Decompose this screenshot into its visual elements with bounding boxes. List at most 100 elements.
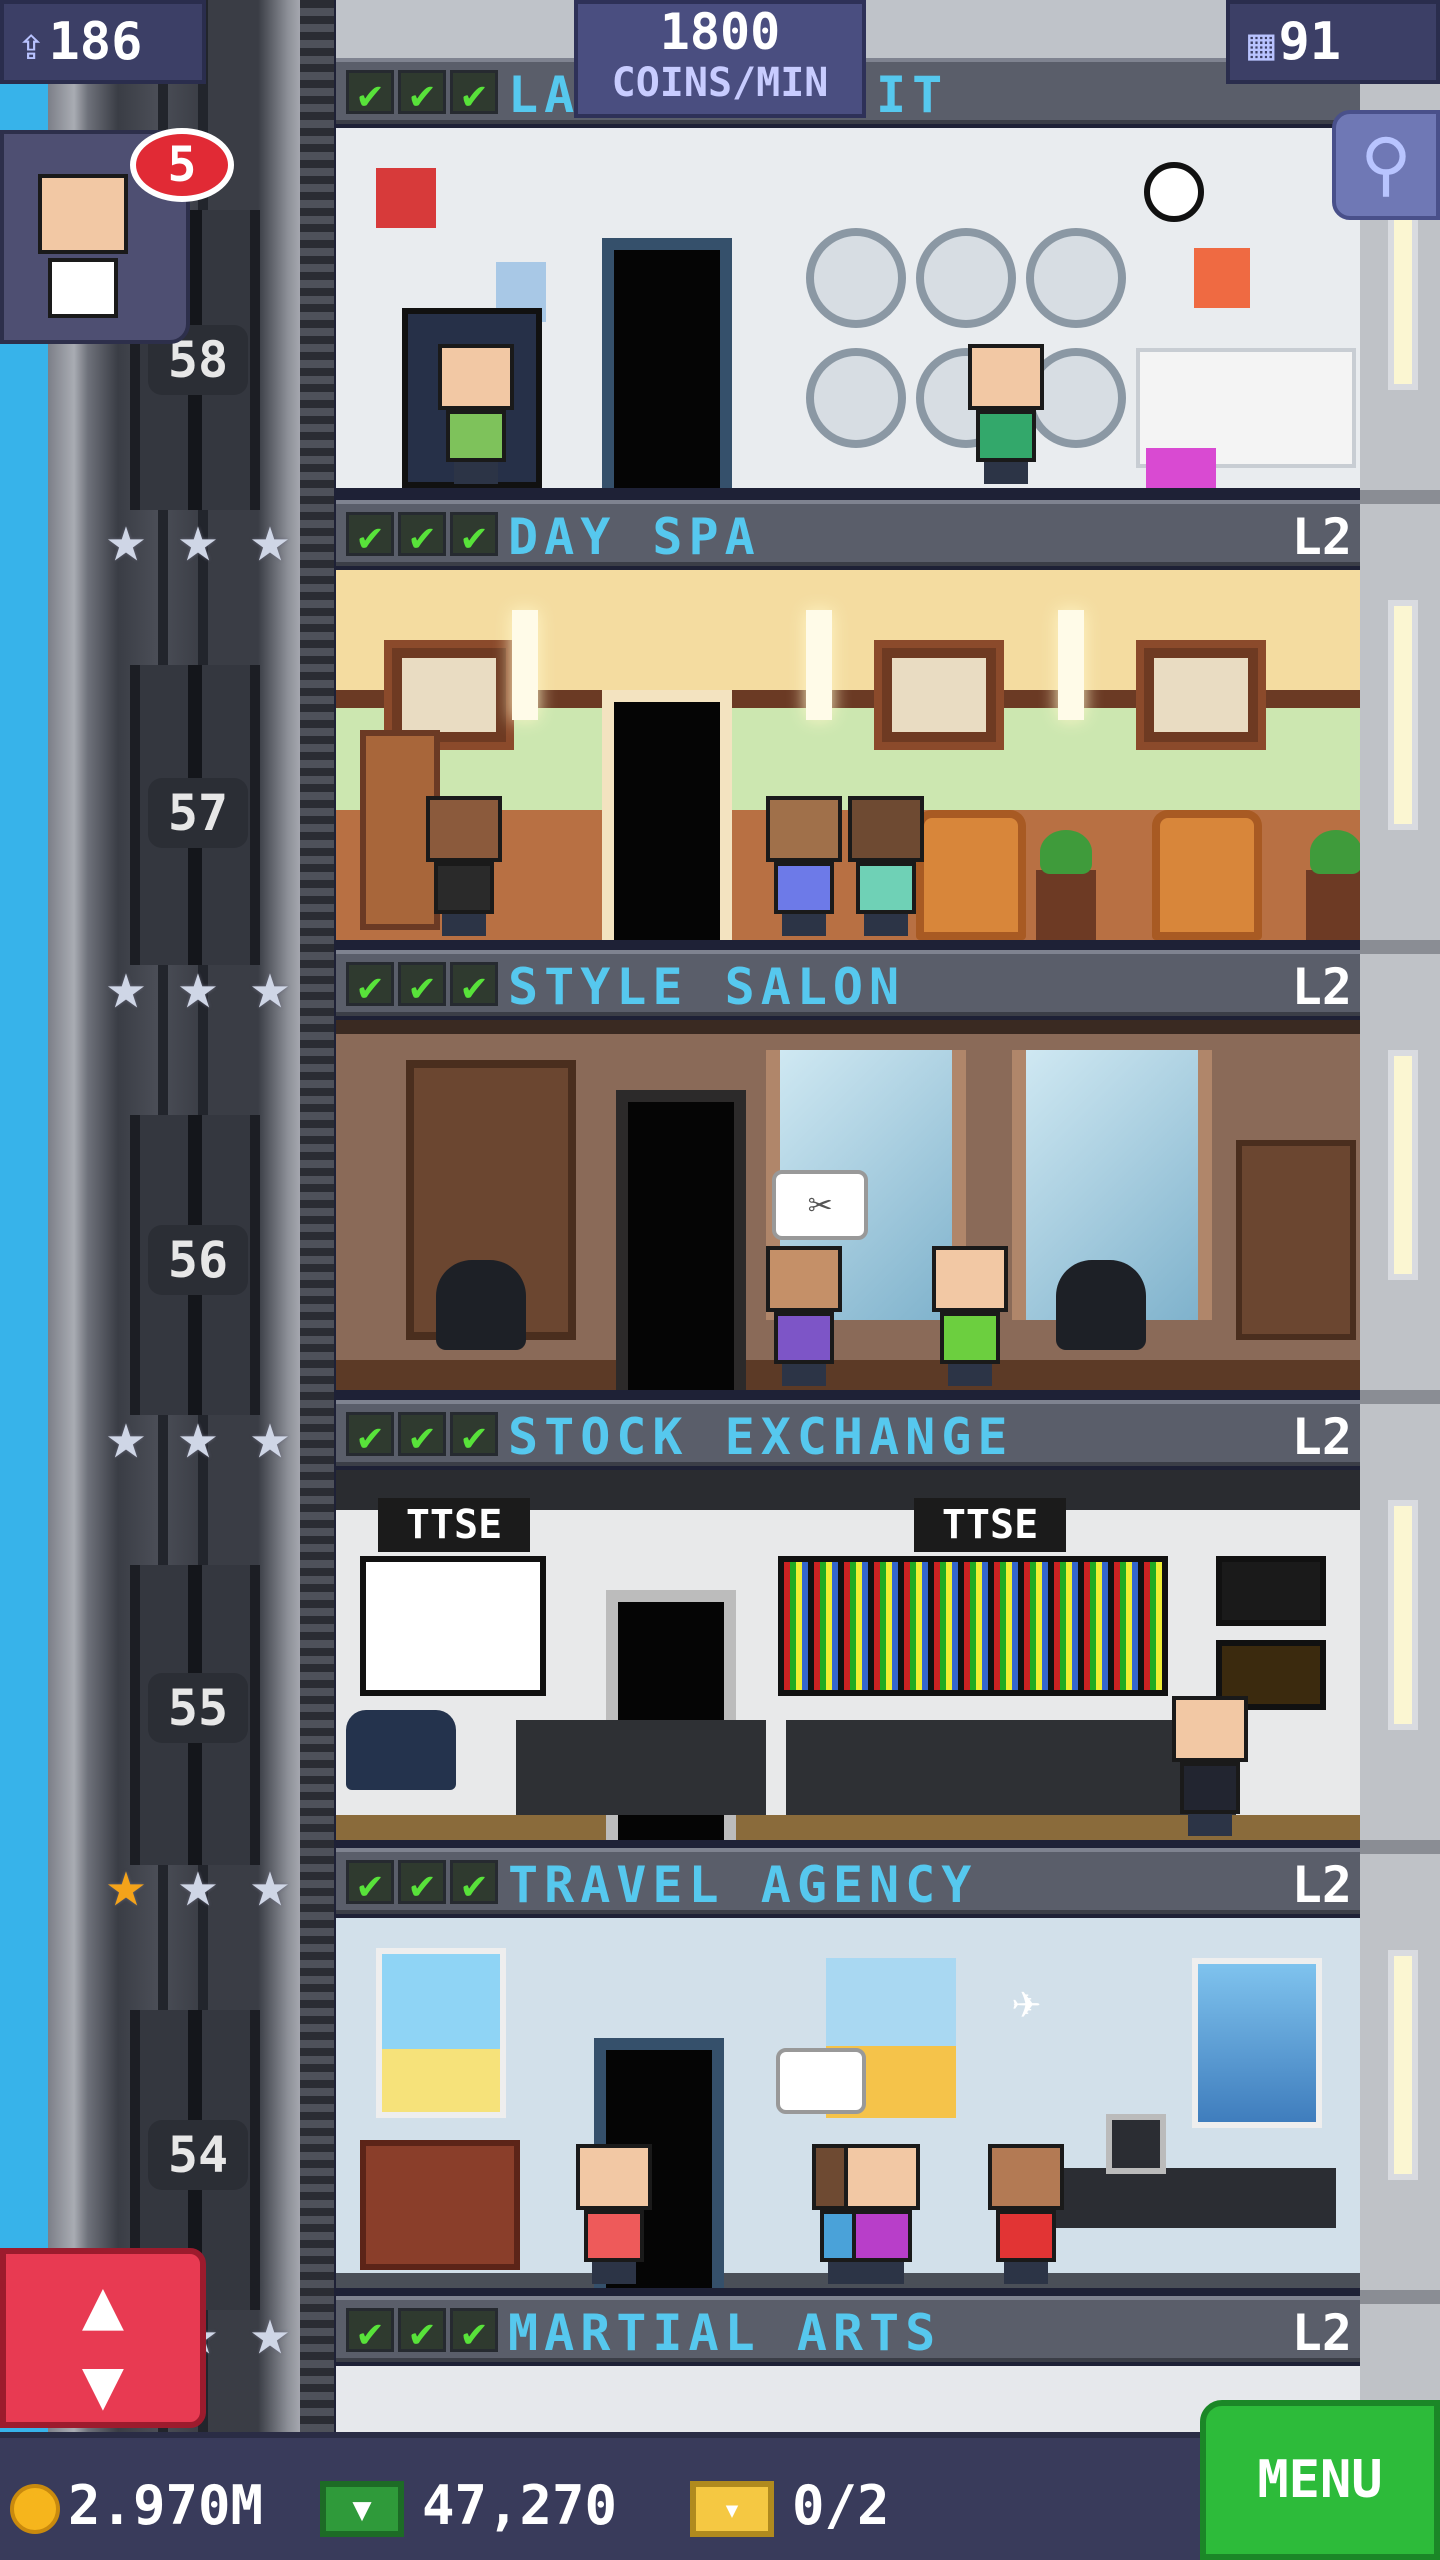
- salon-chair: [436, 1260, 526, 1350]
- population-counter[interactable]: ⇪186: [0, 0, 206, 84]
- tenant[interactable]: [766, 796, 842, 936]
- stock-board-label: TTSE: [914, 1498, 1066, 1552]
- floor-name: MARTIAL ARTS: [508, 2304, 942, 2362]
- room-travel-agency[interactable]: ✈: [336, 1918, 1360, 2288]
- visitor-avatar: [38, 174, 128, 254]
- salon-chair: [1056, 1260, 1146, 1350]
- tenant[interactable]: [766, 1246, 842, 1386]
- washing-machine: [806, 348, 906, 448]
- trading-desk: [516, 1720, 766, 1815]
- tenant[interactable]: [848, 796, 924, 936]
- tenant[interactable]: [932, 1246, 1008, 1386]
- floor-banner[interactable]: ✔ ✔ ✔ STYLE SALON L2: [336, 950, 1360, 1016]
- check-icon: ✔: [450, 512, 498, 559]
- floor-name: TRAVEL AGENCY: [508, 1856, 978, 1914]
- wall-divider: [1360, 2290, 1440, 2304]
- floor-counter[interactable]: ▦91: [1226, 0, 1440, 84]
- floor-checks: ✔ ✔ ✔: [346, 70, 498, 117]
- ticket-icon: ▾: [690, 2481, 774, 2538]
- wall-picture: [1136, 640, 1266, 750]
- tenant[interactable]: [438, 344, 514, 484]
- room-stock-exchange[interactable]: TTSE TTSE: [336, 1470, 1360, 1840]
- coin-rate-value: 1800: [659, 3, 781, 61]
- menu-button[interactable]: MENU: [1200, 2400, 1440, 2560]
- floor-level: L2: [1291, 1408, 1352, 1466]
- check-icon: ✔: [450, 962, 498, 1009]
- check-icon: ✔: [398, 1860, 446, 1907]
- floor-level: L2: [1291, 1856, 1352, 1914]
- star-icon: ★: [250, 1397, 290, 1474]
- check-icon: ✔: [450, 70, 498, 117]
- room-laundromat[interactable]: [336, 128, 1360, 488]
- tenant[interactable]: [426, 796, 502, 936]
- check-icon: ✔: [398, 512, 446, 559]
- person-icon: ⇪: [18, 19, 45, 70]
- floor-banner[interactable]: ✔ ✔ ✔ DAY SPA L2: [336, 500, 1360, 566]
- coin-rate-display: 1800 COINS/MIN: [574, 0, 866, 118]
- wall-lamp: [806, 610, 832, 720]
- floor-stars: ★★★: [92, 1402, 304, 1472]
- tenant[interactable]: [968, 344, 1044, 484]
- check-icon: ✔: [398, 962, 446, 1009]
- tenant[interactable]: [1172, 1696, 1248, 1836]
- check-icon: ✔: [346, 1860, 394, 1907]
- bux-icon: ▼: [320, 2481, 404, 2538]
- wall-divider: [1360, 1390, 1440, 1404]
- coin-icon: [10, 2484, 60, 2535]
- check-icon: ✔: [398, 1412, 446, 1459]
- floor-level: L2: [1291, 958, 1352, 1016]
- bux-display[interactable]: ▼ 47,270: [320, 2474, 617, 2538]
- floor-count-value: 91: [1278, 12, 1342, 72]
- stock-ticker-board: [778, 1556, 1168, 1696]
- floor-level: L2: [1291, 2304, 1352, 2362]
- floor-checks: ✔ ✔ ✔: [346, 1412, 498, 1459]
- visitor-button[interactable]: 5: [0, 128, 234, 344]
- star-icon: ★: [250, 1845, 290, 1922]
- coins-display[interactable]: 2.970M: [10, 2474, 263, 2537]
- star-icon: ★: [178, 500, 218, 577]
- scissors-bubble-icon[interactable]: ✂: [772, 1170, 868, 1240]
- sky: [0, 0, 48, 2560]
- room-door: [616, 1090, 746, 1390]
- check-icon: ✔: [398, 2308, 446, 2355]
- room-day-spa[interactable]: [336, 570, 1360, 940]
- wall-lamp: [512, 610, 538, 720]
- check-icon: ✔: [450, 2308, 498, 2355]
- brochure-rack: [360, 2140, 520, 2270]
- star-icon: ★: [178, 947, 218, 1024]
- search-icon: ⚲: [1360, 123, 1412, 205]
- search-button[interactable]: ⚲: [1332, 110, 1440, 220]
- floor-name: DAY SPA: [508, 508, 761, 566]
- tenant[interactable]: [576, 2144, 652, 2284]
- visitor-count-badge: 5: [130, 128, 234, 202]
- elevator-rail: [300, 0, 334, 2560]
- floor-banner[interactable]: ✔ ✔ ✔ TRAVEL AGENCY L2: [336, 1848, 1360, 1914]
- building-right-wall: [1360, 0, 1440, 2560]
- room-door: [602, 238, 732, 488]
- notice-paper: [1194, 248, 1250, 308]
- floor-stars: ★★★: [92, 505, 304, 575]
- tickets-display[interactable]: ▾ 0/2: [690, 2474, 890, 2538]
- potted-plant: [1306, 830, 1360, 940]
- floor-banner[interactable]: ✔ ✔ ✔ STOCK EXCHANGE L2: [336, 1400, 1360, 1466]
- wall-picture: [874, 640, 1004, 750]
- wall-divider: [1360, 490, 1440, 504]
- camera-bubble-icon[interactable]: [776, 2048, 866, 2114]
- star-icon: ★: [106, 1845, 146, 1922]
- floor-banner[interactable]: ✔ ✔ ✔ MARTIAL ARTS L2: [336, 2296, 1360, 2362]
- star-icon: ★: [106, 1397, 146, 1474]
- city-poster: [1192, 1958, 1322, 2128]
- floor-stars: ★★★: [92, 1850, 304, 1920]
- beach-poster: [376, 1948, 506, 2118]
- no-sign-icon: [376, 168, 436, 228]
- floor-checks: ✔ ✔ ✔: [346, 512, 498, 559]
- tenant[interactable]: [844, 2144, 920, 2284]
- star-icon: ★: [178, 1845, 218, 1922]
- tenant[interactable]: [988, 2144, 1064, 2284]
- room-style-salon[interactable]: ✂: [336, 1020, 1360, 1390]
- elevator-button[interactable]: ▲ ▼: [0, 2248, 206, 2428]
- stock-chart-screen: [360, 1556, 546, 1696]
- salon-shelf: [1236, 1140, 1356, 1340]
- coins-value: 2.970M: [68, 2474, 264, 2537]
- check-icon: ✔: [398, 70, 446, 117]
